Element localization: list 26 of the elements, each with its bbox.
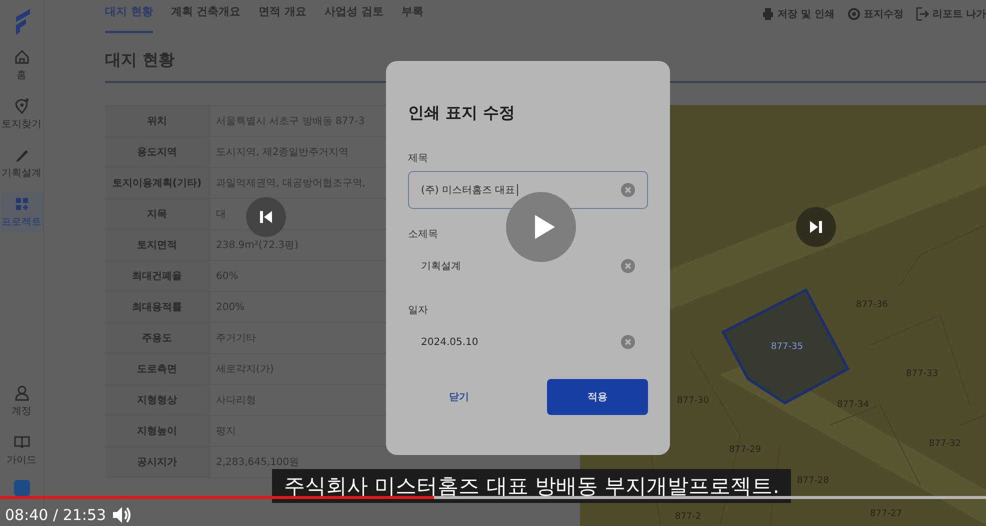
clear-icon: [621, 183, 635, 197]
exit-icon: [916, 7, 930, 21]
book-icon: [14, 434, 30, 450]
person-icon: [14, 385, 30, 401]
time-display: 08:40 / 21:53: [5, 506, 106, 524]
skip-back-icon: [258, 209, 274, 225]
subtitle: 주식회사 미스터홈즈 대표 방배동 부지개발프로젝트.: [272, 469, 792, 503]
close-button[interactable]: 닫기: [408, 379, 510, 415]
settings-icon: [846, 7, 861, 21]
parcel-label: 877-35: [771, 342, 803, 352]
apply-button[interactable]: 적용: [546, 379, 648, 415]
printer-icon: [760, 7, 775, 21]
progress-track[interactable]: [0, 496, 986, 499]
pencil-icon: [14, 147, 30, 163]
clear-icon: [621, 335, 635, 349]
skip-forward-icon: [808, 219, 824, 235]
field-label: 제목: [408, 152, 429, 165]
previous-button[interactable]: [246, 197, 286, 237]
dialog-title: 인쇄 표지 수정: [408, 103, 516, 124]
map-pin-icon: [14, 98, 30, 114]
grid-plus-icon: [14, 196, 30, 212]
field-label: 일자: [408, 304, 429, 317]
field-label: 소제목: [408, 228, 439, 241]
clear-icon: [621, 259, 635, 273]
home-icon: [14, 49, 30, 65]
volume-icon[interactable]: [112, 506, 132, 524]
